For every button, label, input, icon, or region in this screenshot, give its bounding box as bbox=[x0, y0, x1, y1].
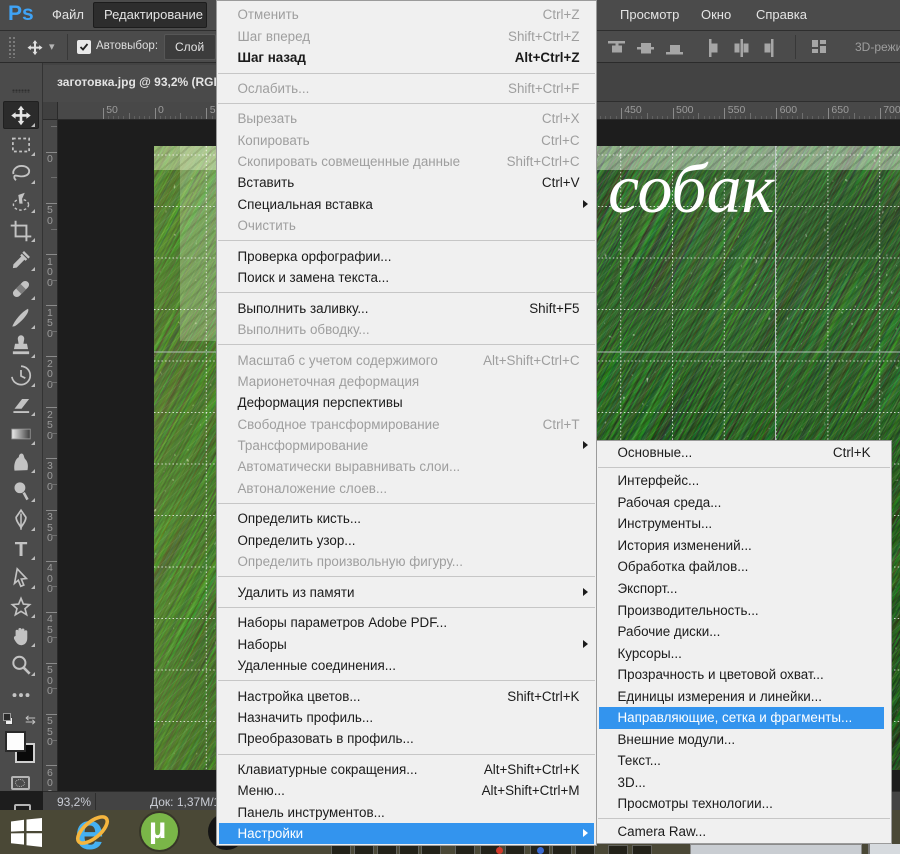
svg-text:T: T bbox=[15, 538, 28, 561]
